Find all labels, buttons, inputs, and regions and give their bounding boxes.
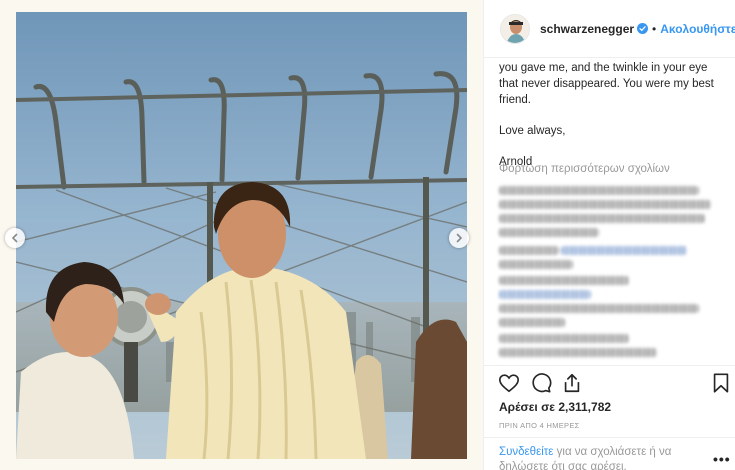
post-photo[interactable] bbox=[16, 12, 467, 459]
chevron-right-icon bbox=[456, 233, 463, 243]
blurred-comment-line bbox=[499, 318, 565, 327]
avatar[interactable] bbox=[500, 13, 530, 44]
blurred-comment-line bbox=[499, 200, 711, 209]
avatar-image bbox=[501, 14, 529, 43]
comment-icon[interactable] bbox=[530, 372, 552, 394]
post-timestamp[interactable]: ΠΡΙΝ ΑΠΟ 4 ΗΜΕΡΕΣ bbox=[499, 421, 580, 430]
more-options-button[interactable]: ••• bbox=[713, 451, 731, 467]
blurred-comments bbox=[499, 184, 731, 360]
blurred-comment-line bbox=[499, 186, 699, 195]
heart-icon[interactable] bbox=[498, 372, 520, 394]
share-icon[interactable] bbox=[561, 372, 583, 394]
post-caption: you gave me, and the twinkle in your eye… bbox=[499, 60, 727, 170]
photo-illustration bbox=[16, 12, 467, 459]
blurred-comment-line bbox=[499, 246, 559, 255]
blurred-comment-line bbox=[499, 334, 629, 343]
blurred-comment-line bbox=[499, 260, 573, 269]
blurred-comment-line bbox=[499, 348, 657, 357]
post-side-panel: schwarzenegger • Ακολουθήστε you gave me… bbox=[483, 0, 735, 470]
username[interactable]: schwarzenegger bbox=[540, 22, 634, 36]
load-more-comments-button[interactable]: Φόρτωση περισσότερων σχολίων bbox=[499, 163, 670, 175]
caption-paragraph: you gave me, and the twinkle in your eye… bbox=[499, 62, 714, 106]
follow-button[interactable]: Ακολουθήστε bbox=[660, 22, 735, 36]
instagram-post: schwarzenegger • Ακολουθήστε you gave me… bbox=[0, 0, 735, 470]
login-link[interactable]: Συνδεθείτε bbox=[499, 446, 553, 458]
next-photo-button[interactable] bbox=[449, 228, 469, 248]
chevron-left-icon bbox=[11, 233, 18, 243]
header-separator: • bbox=[652, 21, 657, 36]
actions-divider bbox=[484, 365, 735, 366]
previous-photo-button[interactable] bbox=[5, 228, 25, 248]
post-media bbox=[0, 0, 483, 470]
likes-count[interactable]: Αρέσει σε 2,311,782 bbox=[499, 400, 611, 414]
blurred-comment-line bbox=[499, 228, 599, 237]
bookmark-icon[interactable] bbox=[710, 372, 732, 394]
post-header: schwarzenegger • Ακολουθήστε bbox=[484, 0, 735, 58]
blurred-comment-line bbox=[499, 276, 629, 285]
blurred-comment-line bbox=[499, 214, 705, 223]
verified-badge-icon bbox=[637, 23, 649, 34]
login-divider bbox=[484, 437, 735, 438]
blurred-comment-link bbox=[561, 246, 687, 255]
caption-closing: Love always, bbox=[499, 125, 566, 137]
blurred-comment-line bbox=[499, 304, 699, 313]
blurred-comment-link bbox=[499, 290, 591, 299]
login-prompt: Συνδεθείτε για να σχολιάσετε ή να δηλώσε… bbox=[499, 445, 709, 470]
